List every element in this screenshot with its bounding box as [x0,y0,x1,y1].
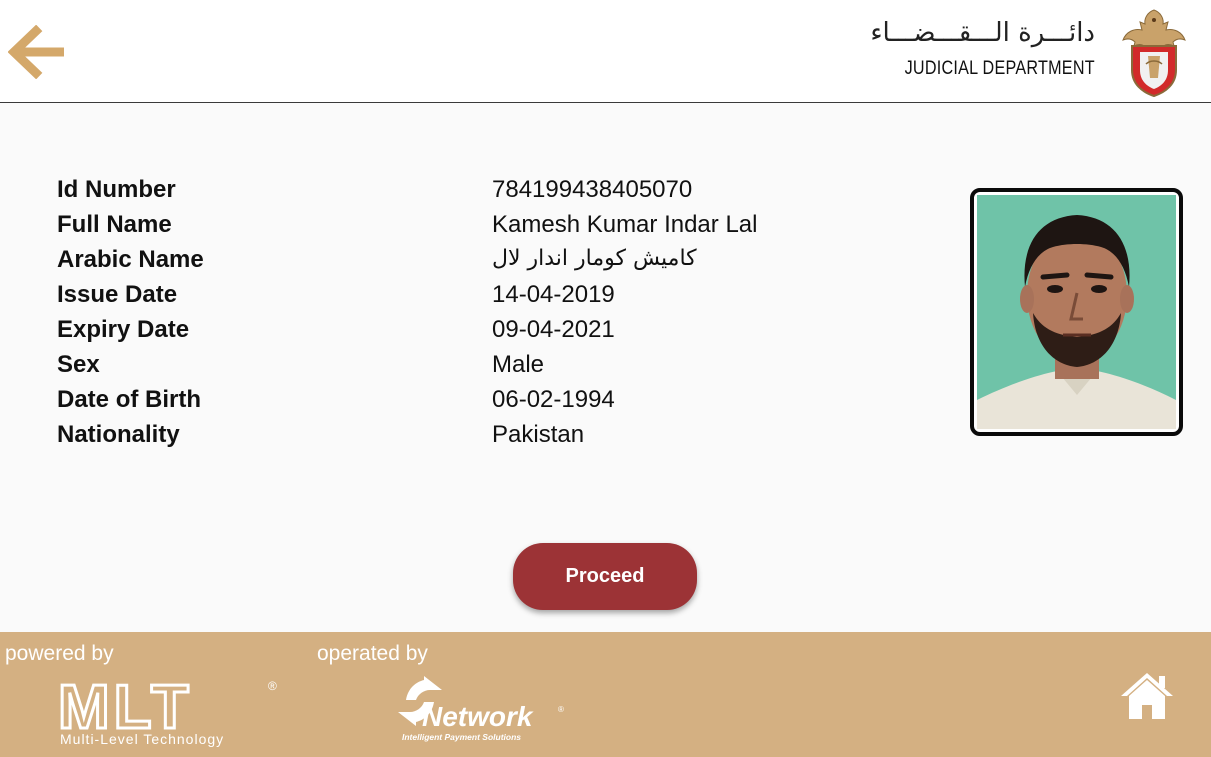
department-name-arabic: دائـــرة الـــقـــضـــاء [870,18,1095,48]
detail-label: Sex [57,351,100,378]
department-name-english: JUDICIAL DEPARTMENT [904,58,1095,79]
detail-label: Issue Date [57,281,178,308]
detail-label: Expiry Date [57,316,190,343]
proceed-button[interactable]: Proceed [513,543,697,610]
svg-text:®: ® [558,705,564,714]
id-photo [977,195,1176,429]
mlt-logo: MLT ® Multi-Level Technology [57,672,278,747]
powered-by-label: powered by [5,642,114,665]
detail-label: Id Number [57,176,176,203]
detail-label: Date of Birth [57,386,201,413]
network-tagline: Intelligent Payment Solutions [402,732,521,742]
arrow-left-icon [7,24,64,80]
detail-value: 09-04-2021 [492,316,615,343]
svg-text:®: ® [268,679,277,693]
id-photo-frame [970,188,1183,436]
mlt-tagline: Multi-Level Technology [60,731,224,747]
abu-dhabi-emblem-icon [1122,9,1186,98]
footer: powered by operated by MLT ® Multi-Level… [0,632,1211,757]
detail-label: Nationality [57,421,180,448]
home-icon [1121,673,1173,719]
network-logo: Network ® Intelligent Payment Solutions [398,676,564,742]
network-logo-text: Network [422,701,534,732]
id-confirmation-screen: دائـــرة الـــقـــضـــاء JUDICIAL DEPART… [0,0,1211,757]
detail-value: كاميش كومار اندار لال [492,246,697,271]
detail-value: 06-02-1994 [492,386,615,413]
home-button[interactable] [1118,670,1176,722]
operated-by-label: operated by [317,642,428,665]
detail-label: Arabic Name [57,246,204,273]
detail-value: Male [492,351,545,378]
detail-label: Full Name [57,211,172,238]
detail-value: Pakistan [492,421,585,448]
detail-value: 784199438405070 [492,176,693,203]
detail-value: Kamesh Kumar Indar Lal [492,211,758,238]
detail-value: 14-04-2019 [492,281,615,308]
back-button[interactable] [7,24,68,80]
header: دائـــرة الـــقـــضـــاء JUDICIAL DEPART… [0,0,1211,103]
